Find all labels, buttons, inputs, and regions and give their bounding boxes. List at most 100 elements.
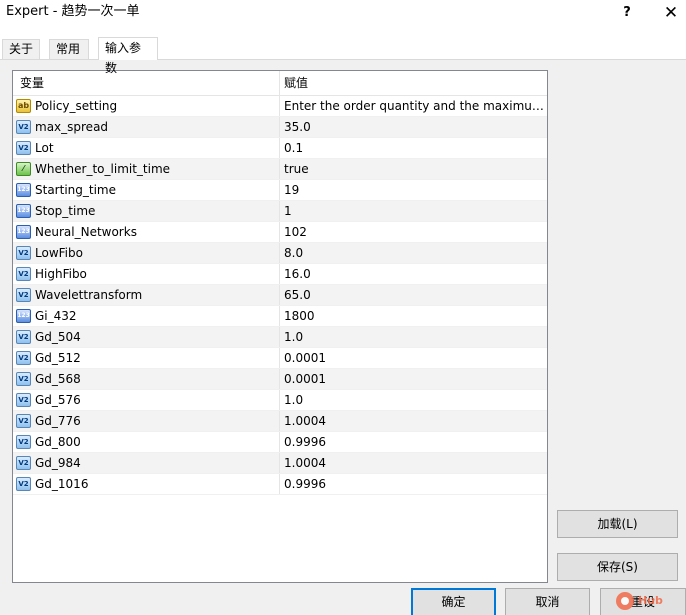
list-header: 变量 赋值 bbox=[13, 71, 547, 96]
parameter-name-cell[interactable]: V2 Wavelettransform bbox=[13, 285, 280, 305]
table-row[interactable]: V2 Gd_568 0.0001 bbox=[13, 369, 547, 390]
parameter-name-cell[interactable]: V2 Gd_504 bbox=[13, 327, 280, 347]
parameter-value[interactable]: 0.0001 bbox=[280, 369, 547, 389]
parameter-name: max_spread bbox=[35, 120, 109, 134]
parameter-value[interactable]: 0.1 bbox=[280, 138, 547, 158]
table-row[interactable]: V2 Gd_576 1.0 bbox=[13, 390, 547, 411]
parameter-name-cell[interactable]: V2 Gd_984 bbox=[13, 453, 280, 473]
help-icon[interactable]: ? bbox=[612, 2, 642, 24]
tab-common[interactable]: 常用 bbox=[49, 39, 89, 59]
parameter-name-cell[interactable]: V2 LowFibo bbox=[13, 243, 280, 263]
parameter-name: LowFibo bbox=[35, 246, 83, 260]
parameter-value[interactable]: Enter the order quantity and the maximum… bbox=[280, 96, 547, 116]
parameter-value[interactable]: 1.0 bbox=[280, 390, 547, 410]
parameter-name-cell[interactable]: 123 Gi_432 bbox=[13, 306, 280, 326]
table-row[interactable]: V2 HighFibo 16.0 bbox=[13, 264, 547, 285]
double-type-icon: V2 bbox=[16, 435, 31, 449]
table-row[interactable]: V2 Gd_504 1.0 bbox=[13, 327, 547, 348]
parameter-name-cell[interactable]: V2 Gd_800 bbox=[13, 432, 280, 452]
double-type-icon: V2 bbox=[16, 477, 31, 491]
parameter-name-cell[interactable]: 123 Starting_time bbox=[13, 180, 280, 200]
parameter-value[interactable]: 1.0004 bbox=[280, 411, 547, 431]
table-row[interactable]: V2 Gd_800 0.9996 bbox=[13, 432, 547, 453]
table-row[interactable]: V2 Gd_1016 0.9996 bbox=[13, 474, 547, 495]
parameter-name-cell[interactable]: V2 HighFibo bbox=[13, 264, 280, 284]
tab-about[interactable]: 关于 bbox=[2, 39, 40, 59]
parameter-name-cell[interactable]: 123 Stop_time bbox=[13, 201, 280, 221]
parameter-name: Whether_to_limit_time bbox=[35, 162, 171, 176]
table-row[interactable]: V2 Lot 0.1 bbox=[13, 138, 547, 159]
table-row[interactable]: V2 Wavelettransform 65.0 bbox=[13, 285, 547, 306]
parameter-name: Gd_800 bbox=[35, 435, 81, 449]
table-row[interactable]: V2 Gd_984 1.0004 bbox=[13, 453, 547, 474]
table-row[interactable]: 123 Neural_Networks 102 bbox=[13, 222, 547, 243]
string-type-icon: ab bbox=[16, 99, 31, 113]
parameter-name-cell[interactable]: ⁄ Whether_to_limit_time bbox=[13, 159, 280, 179]
column-header-value[interactable]: 赋值 bbox=[280, 71, 547, 95]
parameter-name-cell[interactable]: V2 Lot bbox=[13, 138, 280, 158]
table-row[interactable]: V2 max_spread 35.0 bbox=[13, 117, 547, 138]
table-row[interactable]: ab Policy_setting Enter the order quantity… bbox=[13, 96, 547, 117]
tab-input-parameters[interactable]: 输入参数 bbox=[98, 37, 158, 75]
parameter-value[interactable]: 8.0 bbox=[280, 243, 547, 263]
parameter-name-cell[interactable]: V2 Gd_776 bbox=[13, 411, 280, 431]
parameter-value[interactable]: 35.0 bbox=[280, 117, 547, 137]
parameter-value[interactable]: 1.0004 bbox=[280, 453, 547, 473]
parameter-name-cell[interactable]: ab Policy_setting bbox=[13, 96, 280, 116]
bool-type-icon: ⁄ bbox=[16, 162, 31, 176]
parameter-value[interactable]: 1800 bbox=[280, 306, 547, 326]
double-type-icon: V2 bbox=[16, 246, 31, 260]
title-bar[interactable]: Expert - 趋势一次一单 ? ✕ bbox=[0, 0, 686, 26]
parameter-name-cell[interactable]: 123 Neural_Networks bbox=[13, 222, 280, 242]
parameter-list[interactable]: 变量 赋值 ab Policy_setting Enter the order qu… bbox=[12, 70, 548, 583]
double-type-icon: V2 bbox=[16, 267, 31, 281]
parameter-name: Gd_504 bbox=[35, 330, 81, 344]
parameter-name: Starting_time bbox=[35, 183, 116, 197]
table-row[interactable]: V2 Gd_776 1.0004 bbox=[13, 411, 547, 432]
parameter-value[interactable]: 102 bbox=[280, 222, 547, 242]
table-row[interactable]: 123 Gi_432 1800 bbox=[13, 306, 547, 327]
parameter-value[interactable]: true bbox=[280, 159, 547, 179]
tab-strip: 关于 常用 输入参数 bbox=[0, 37, 686, 75]
double-type-icon: V2 bbox=[16, 288, 31, 302]
expert-dialog: Expert - 趋势一次一单 ? ✕ 关于 常用 输入参数 变量 赋值 ab P… bbox=[0, 0, 686, 615]
close-icon[interactable]: ✕ bbox=[656, 2, 686, 24]
parameter-value[interactable]: 0.9996 bbox=[280, 432, 547, 452]
parameter-value[interactable]: 1.0 bbox=[280, 327, 547, 347]
table-row[interactable]: 123 Starting_time 19 bbox=[13, 180, 547, 201]
parameter-name: Gd_984 bbox=[35, 456, 81, 470]
parameter-name: Gd_576 bbox=[35, 393, 81, 407]
column-header-name[interactable]: 变量 bbox=[13, 71, 280, 95]
table-row[interactable]: ⁄ Whether_to_limit_time true bbox=[13, 159, 547, 180]
parameter-name-cell[interactable]: V2 Gd_576 bbox=[13, 390, 280, 410]
parameter-name: Gd_776 bbox=[35, 414, 81, 428]
double-type-icon: V2 bbox=[16, 141, 31, 155]
table-row[interactable]: V2 Gd_512 0.0001 bbox=[13, 348, 547, 369]
double-type-icon: V2 bbox=[16, 372, 31, 386]
integer-type-icon: 123 bbox=[16, 183, 31, 197]
parameter-name-cell[interactable]: V2 Gd_568 bbox=[13, 369, 280, 389]
cancel-button[interactable]: 取消 bbox=[505, 588, 590, 615]
parameter-name: Gd_568 bbox=[35, 372, 81, 386]
parameter-name: Gi_432 bbox=[35, 309, 77, 323]
load-button[interactable]: 加载(L) bbox=[557, 510, 678, 538]
ok-button[interactable]: 确定 bbox=[411, 588, 496, 615]
parameter-name-cell[interactable]: V2 max_spread bbox=[13, 117, 280, 137]
parameter-name: Neural_Networks bbox=[35, 225, 137, 239]
parameter-name-cell[interactable]: V2 Gd_1016 bbox=[13, 474, 280, 494]
parameter-value[interactable]: 65.0 bbox=[280, 285, 547, 305]
parameter-value[interactable]: 16.0 bbox=[280, 264, 547, 284]
parameter-value[interactable]: 0.9996 bbox=[280, 474, 547, 494]
parameter-value[interactable]: 19 bbox=[280, 180, 547, 200]
table-row[interactable]: 123 Stop_time 1 bbox=[13, 201, 547, 222]
parameter-value[interactable]: 0.0001 bbox=[280, 348, 547, 368]
double-type-icon: V2 bbox=[16, 393, 31, 407]
double-type-icon: V2 bbox=[16, 330, 31, 344]
parameter-name-cell[interactable]: V2 Gd_512 bbox=[13, 348, 280, 368]
table-row[interactable]: V2 LowFibo 8.0 bbox=[13, 243, 547, 264]
parameter-name: Gd_1016 bbox=[35, 477, 89, 491]
reset-button[interactable]: 重设 bbox=[600, 588, 686, 615]
parameter-value[interactable]: 1 bbox=[280, 201, 547, 221]
parameter-name: Gd_512 bbox=[35, 351, 81, 365]
save-button[interactable]: 保存(S) bbox=[557, 553, 678, 581]
